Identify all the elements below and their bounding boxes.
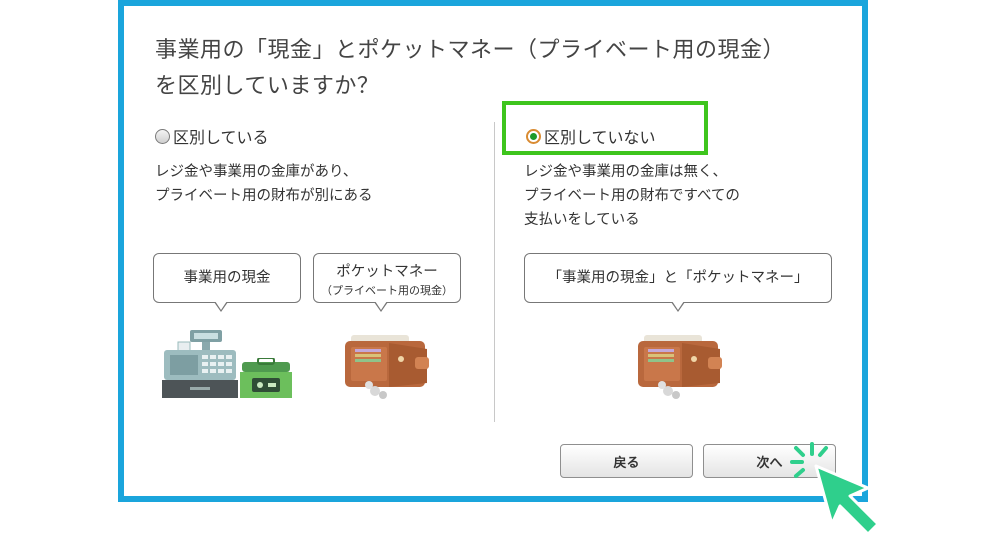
desc-line: レジ金や事業用の金庫は無く、 <box>524 164 727 180</box>
dialog-title: 事業用の「現金」とポケットマネー（プライベート用の現金） を区別していますか？ <box>155 33 845 105</box>
desc-line: 支払いをしている <box>524 212 640 228</box>
cursor-pointer-icon <box>790 442 880 536</box>
radio-separated[interactable] <box>155 128 170 144</box>
option-not-separated-desc: レジ金や事業用の金庫は無く、 プライベート用の財布ですべての 支払いをしている <box>524 160 740 232</box>
radio-not-separated[interactable] <box>526 128 541 144</box>
bubble-combined: 「事業用の現金」と「ポケットマネー」 <box>524 253 832 312</box>
next-button-label: 次へ <box>756 455 783 471</box>
bubble-business-cash: 事業用の現金 <box>153 253 301 312</box>
back-button[interactable]: 戻る <box>560 444 693 478</box>
title-line-1: 事業用の「現金」とポケットマネー（プライベート用の現金） <box>155 38 786 63</box>
back-button-label: 戻る <box>613 455 640 471</box>
bubble-text: 事業用の現金 <box>183 270 271 286</box>
desc-line: プライベート用の財布ですべての <box>524 188 740 204</box>
option-separated-label: 区別している <box>173 128 269 147</box>
bubble-text: 「事業用の現金」と「ポケットマネー」 <box>547 270 809 286</box>
title-line-2: を区別していますか？ <box>155 74 380 99</box>
bubble-text: ポケットマネー <box>336 264 438 280</box>
option-separated-desc: レジ金や事業用の金庫があり、 プライベート用の財布が別にある <box>155 160 373 208</box>
cash-box-icon <box>240 358 292 398</box>
option-not-separated-label: 区別していない <box>544 128 656 147</box>
bubble-pocket-money: ポケットマネー （プライベート用の現金） <box>313 253 461 312</box>
bubble-subtext: （プライベート用の現金） <box>321 284 453 297</box>
desc-line: プライベート用の財布が別にある <box>155 188 373 204</box>
option-separated[interactable]: 区別している <box>155 124 269 148</box>
option-not-separated[interactable]: 区別していない <box>526 124 656 148</box>
desc-line: レジ金や事業用の金庫があり、 <box>155 164 358 180</box>
wallet-icon <box>638 335 722 399</box>
column-divider <box>494 122 495 422</box>
cash-register-icon <box>162 330 238 398</box>
wallet-icon <box>345 335 429 399</box>
